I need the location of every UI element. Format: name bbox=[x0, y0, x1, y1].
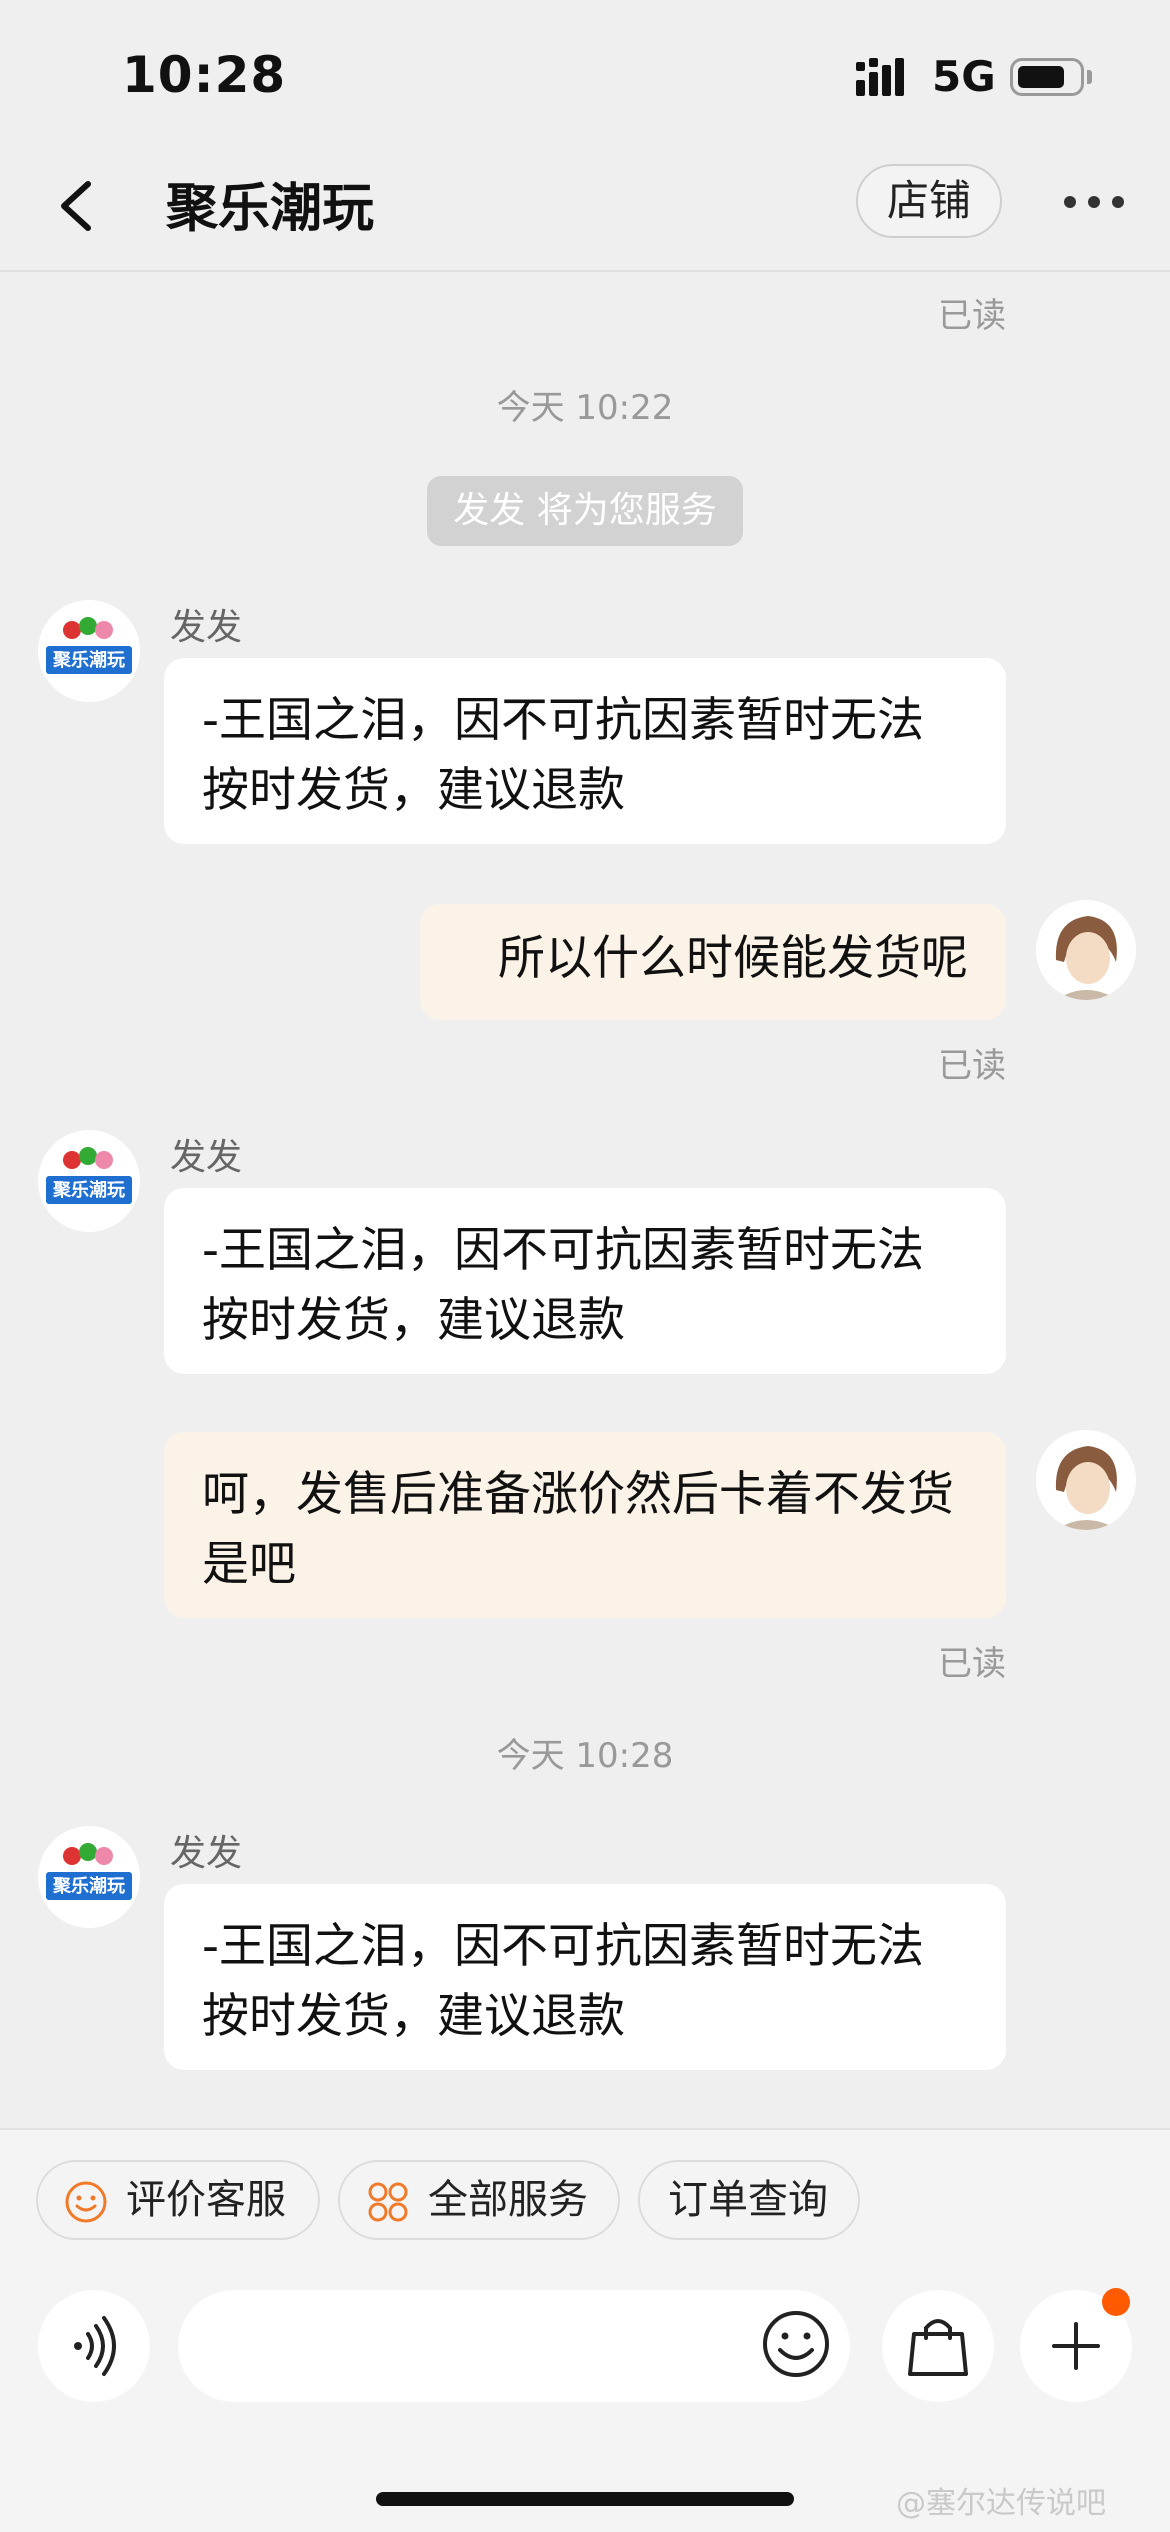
signal-icon bbox=[856, 58, 904, 96]
chip-label: 全部服务 bbox=[428, 2177, 588, 2223]
user-avatar-icon bbox=[1036, 900, 1136, 1000]
message-bubble-user[interactable]: 所以什么时候能发货呢 bbox=[420, 904, 1006, 1020]
message-bubble-shop[interactable]: -王国之泪，因不可抗因素暂时无法按时发货，建议退款 bbox=[164, 658, 1006, 844]
read-status: 已读 bbox=[938, 296, 1006, 336]
time-divider: 今天 10:28 bbox=[496, 1736, 674, 1776]
more-icon[interactable] bbox=[1064, 196, 1126, 212]
chip-label: 订单查询 bbox=[668, 2177, 828, 2223]
svg-text:聚乐潮玩: 聚乐潮玩 bbox=[52, 1180, 125, 1201]
shop-button[interactable]: 店铺 bbox=[856, 164, 1002, 238]
user-avatar-icon bbox=[1036, 1430, 1136, 1530]
shop-logo-icon: 聚乐潮玩 bbox=[38, 1826, 140, 1928]
page-title: 聚乐潮玩 bbox=[166, 179, 375, 239]
system-notice: 发发 将为您服务 bbox=[427, 476, 743, 546]
sender-name: 发发 bbox=[170, 607, 243, 648]
user-avatar[interactable] bbox=[1036, 900, 1136, 1000]
shop-avatar[interactable]: 聚乐潮玩 bbox=[38, 1826, 140, 1928]
time-divider: 今天 10:22 bbox=[496, 388, 674, 428]
shop-avatar[interactable]: 聚乐潮玩 bbox=[38, 600, 140, 702]
notification-dot bbox=[1102, 2288, 1130, 2316]
order-query-chip[interactable]: 订单查询 bbox=[638, 2160, 860, 2240]
rate-service-chip[interactable]: 评价客服 bbox=[36, 2160, 320, 2240]
user-avatar[interactable] bbox=[1036, 1430, 1136, 1530]
read-status: 已读 bbox=[938, 1046, 1006, 1086]
read-status: 已读 bbox=[938, 1644, 1006, 1684]
sender-name: 发发 bbox=[170, 1137, 243, 1178]
message-bubble-user[interactable]: 呵，发售后准备涨价然后卡着不发货是吧 bbox=[164, 1432, 1006, 1618]
quick-action-bar: 评价客服 全部服务 订单查询 bbox=[0, 2128, 1170, 2280]
nav-bar: 聚乐潮玩 店铺 bbox=[0, 140, 1170, 272]
sender-name: 发发 bbox=[170, 1833, 243, 1874]
network-label: 5G bbox=[932, 52, 996, 101]
shop-avatar[interactable]: 聚乐潮玩 bbox=[38, 1130, 140, 1232]
message-bubble-shop[interactable]: -王国之泪，因不可抗因素暂时无法按时发货，建议退款 bbox=[164, 1188, 1006, 1374]
svg-text:聚乐潮玩: 聚乐潮玩 bbox=[52, 1876, 125, 1897]
chip-label: 评价客服 bbox=[126, 2177, 286, 2223]
battery-icon bbox=[1010, 58, 1084, 96]
svg-text:聚乐潮玩: 聚乐潮玩 bbox=[52, 650, 125, 671]
product-button[interactable] bbox=[882, 2290, 994, 2402]
smile-icon bbox=[65, 2181, 107, 2223]
voice-icon bbox=[74, 2316, 116, 2376]
shop-logo-icon: 聚乐潮玩 bbox=[38, 1130, 140, 1232]
all-services-chip[interactable]: 全部服务 bbox=[338, 2160, 620, 2240]
grid-icon bbox=[368, 2182, 408, 2222]
shop-logo-icon: 聚乐潮玩 bbox=[38, 600, 140, 702]
voice-button[interactable] bbox=[38, 2290, 150, 2402]
emoji-icon[interactable] bbox=[760, 2308, 832, 2380]
message-input[interactable] bbox=[178, 2290, 850, 2402]
back-arrow-icon[interactable] bbox=[52, 176, 102, 236]
watermark: @塞尔达传说吧 bbox=[896, 2486, 1106, 2521]
home-indicator bbox=[376, 2492, 794, 2506]
shopping-bag-icon bbox=[908, 2319, 968, 2376]
battery-tip bbox=[1087, 70, 1092, 84]
status-bar: 10:28 5G bbox=[0, 0, 1170, 140]
message-bubble-shop[interactable]: -王国之泪，因不可抗因素暂时无法按时发货，建议退款 bbox=[164, 1884, 1006, 2070]
status-time: 10:28 bbox=[122, 46, 287, 104]
